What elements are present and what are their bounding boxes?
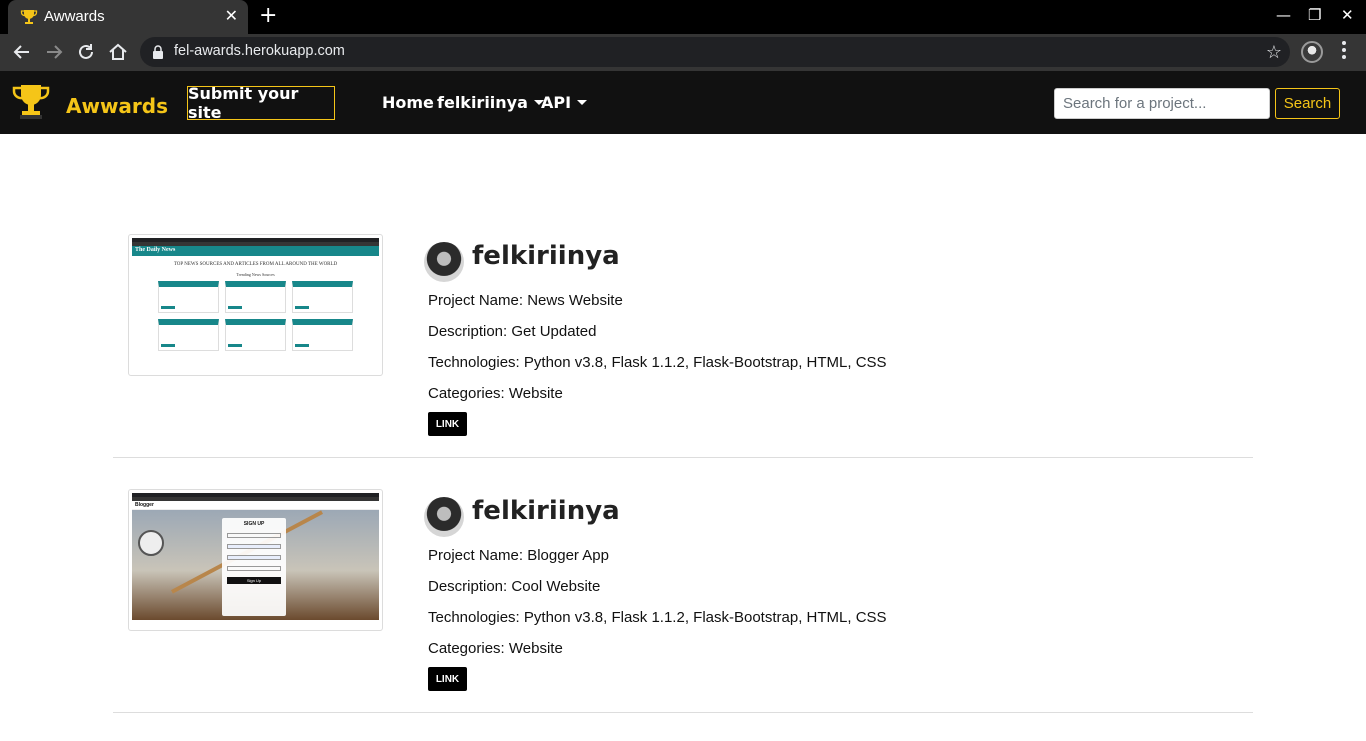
search-input[interactable] — [1054, 88, 1270, 119]
browser-tab-bar: Awwards ✕ + — ❐ ✕ — [0, 0, 1366, 34]
project-name: Project Name: News Website — [428, 292, 623, 309]
profile-avatar-icon[interactable] — [1301, 41, 1323, 63]
project-categories: Categories: Website — [428, 385, 563, 402]
thumbnail-hero: SIGN UP Sign Up — [132, 510, 379, 620]
trophy-favicon-icon — [20, 10, 38, 24]
thumbnail-form-title: SIGN UP — [243, 521, 265, 527]
minimize-icon[interactable]: — — [1276, 6, 1291, 24]
url-text: fel-awards.herokuapp.com — [174, 43, 345, 59]
maximize-icon[interactable]: ❐ — [1308, 6, 1321, 24]
project-card: The Daily News TOP NEWS SOURCES AND ARTI… — [113, 234, 1253, 458]
thumbnail-heading: TOP NEWS SOURCES AND ARTICLES FROM ALL A… — [173, 262, 338, 267]
bookmark-star-icon[interactable]: ☆ — [1266, 42, 1282, 63]
thumbnail-form-button: Sign Up — [227, 577, 281, 584]
forward-arrow-icon[interactable] — [43, 41, 65, 63]
thumbnail-brand: Blogger — [132, 501, 379, 510]
project-description: Description: Get Updated — [428, 323, 597, 340]
project-username: felkiriinya — [472, 241, 620, 271]
brand-name[interactable]: Awwards — [66, 94, 168, 118]
browser-toolbar: fel-awards.herokuapp.com ☆ — [0, 34, 1366, 71]
close-window-icon[interactable]: ✕ — [1341, 6, 1354, 24]
project-technologies: Technologies: Python v3.8, Flask 1.1.2, … — [428, 354, 887, 371]
chevron-down-icon — [577, 100, 588, 105]
trophy-logo-icon[interactable] — [11, 82, 51, 122]
project-screenshot[interactable]: The Daily News TOP NEWS SOURCES AND ARTI… — [128, 234, 383, 376]
nav-user-label: felkiriinya — [437, 93, 528, 112]
address-bar[interactable]: fel-awards.herokuapp.com ☆ — [140, 37, 1290, 67]
project-link-button[interactable]: LINK — [428, 667, 467, 691]
lock-icon — [153, 45, 163, 59]
reload-icon[interactable] — [75, 41, 97, 63]
project-categories: Categories: Website — [428, 640, 563, 657]
project-card: Blogger SIGN UP Sign Up felkiriinya Proj… — [113, 489, 1253, 713]
tab-title: Awwards — [44, 8, 105, 25]
tab-close-icon[interactable]: ✕ — [225, 6, 238, 25]
user-avatar[interactable] — [424, 242, 464, 282]
nav-home-link[interactable]: Home — [382, 93, 434, 112]
new-tab-icon[interactable]: + — [259, 3, 277, 28]
nav-user-dropdown[interactable]: felkiriinya — [437, 93, 544, 112]
project-description: Description: Cool Website — [428, 578, 601, 595]
project-technologies: Technologies: Python v3.8, Flask 1.1.2, … — [428, 609, 887, 626]
project-link-button[interactable]: LINK — [428, 412, 467, 436]
nav-api-dropdown[interactable]: API — [541, 93, 588, 112]
nav-api-label: API — [541, 93, 572, 112]
project-username: felkiriinya — [472, 496, 620, 526]
thumbnail-header: The Daily News — [132, 246, 379, 256]
site-navbar: Awwards Submit your site Home felkiriiny… — [0, 71, 1366, 134]
user-avatar[interactable] — [424, 497, 464, 537]
project-screenshot[interactable]: Blogger SIGN UP Sign Up — [128, 489, 383, 631]
back-arrow-icon[interactable] — [11, 41, 33, 63]
search-button[interactable]: Search — [1275, 88, 1340, 119]
browser-menu-icon[interactable] — [1342, 41, 1346, 61]
thumbnail-card-grid — [132, 277, 379, 351]
submit-site-button[interactable]: Submit your site — [187, 84, 335, 122]
browser-tab[interactable]: Awwards ✕ — [8, 0, 248, 34]
thumbnail-signup-form: SIGN UP Sign Up — [222, 518, 286, 616]
home-icon[interactable] — [107, 41, 129, 63]
project-name: Project Name: Blogger App — [428, 547, 609, 564]
